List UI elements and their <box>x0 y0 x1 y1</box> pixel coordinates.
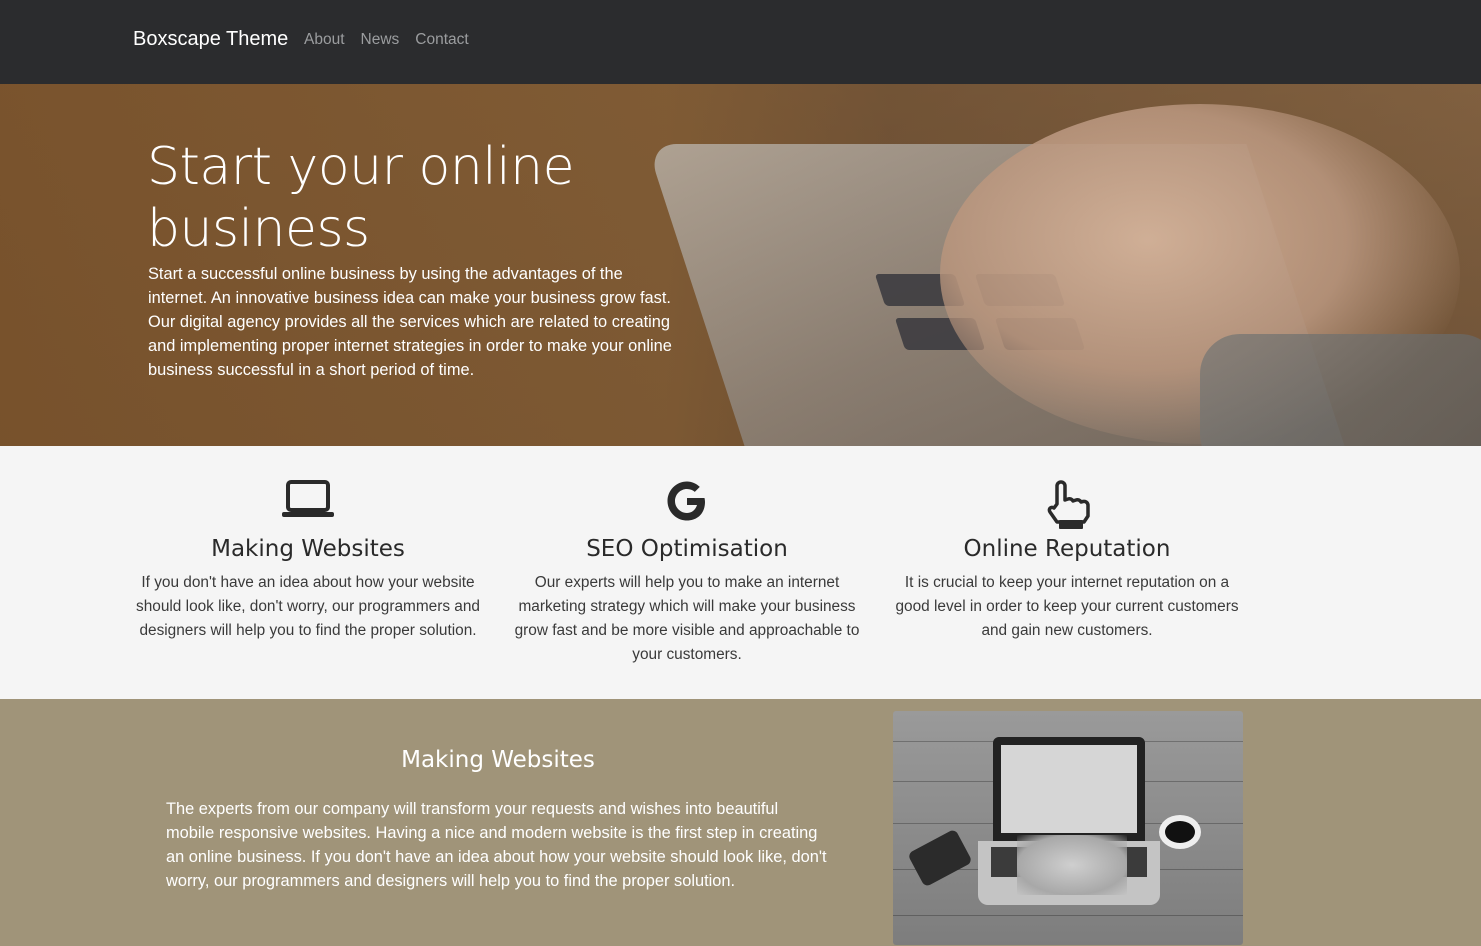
feature-title: Online Reputation <box>963 536 1171 562</box>
brand-link[interactable]: Boxscape Theme <box>133 28 288 51</box>
nav-link-about[interactable]: About <box>304 31 345 49</box>
feature-text: If you don't have an idea about how your… <box>136 574 480 639</box>
nav-link-contact[interactable]: Contact <box>415 31 468 49</box>
feature-title: SEO Optimisation <box>586 536 788 562</box>
hero-title: Start your online business <box>147 137 575 259</box>
google-icon <box>664 478 710 528</box>
navbar: Boxscape Theme About News Contact <box>0 0 1481 84</box>
laptop-photo <box>893 711 1243 945</box>
hero-text: Start a successful online business by us… <box>148 265 672 379</box>
coffee-cup <box>1159 815 1201 849</box>
features-section: Making Websites If you don't have an ide… <box>0 446 1481 699</box>
hero-sleeve-image <box>1200 334 1481 446</box>
detail-section: Making Websites The experts from our com… <box>0 699 1481 946</box>
detail-text: The experts from our company will transf… <box>166 800 827 890</box>
detail-title: Making Websites <box>401 747 595 773</box>
hand-pointer-icon <box>1043 478 1091 534</box>
hero-section: Start your online business Start a succe… <box>0 84 1481 446</box>
laptop-icon <box>280 478 336 526</box>
nav-links: About News Contact <box>304 31 469 49</box>
feature-text: It is crucial to keep your internet repu… <box>895 574 1239 639</box>
camera <box>907 828 973 888</box>
nav-link-news[interactable]: News <box>361 31 400 49</box>
feature-text: Our experts will help you to make an int… <box>514 574 860 663</box>
feature-title: Making Websites <box>211 536 405 562</box>
